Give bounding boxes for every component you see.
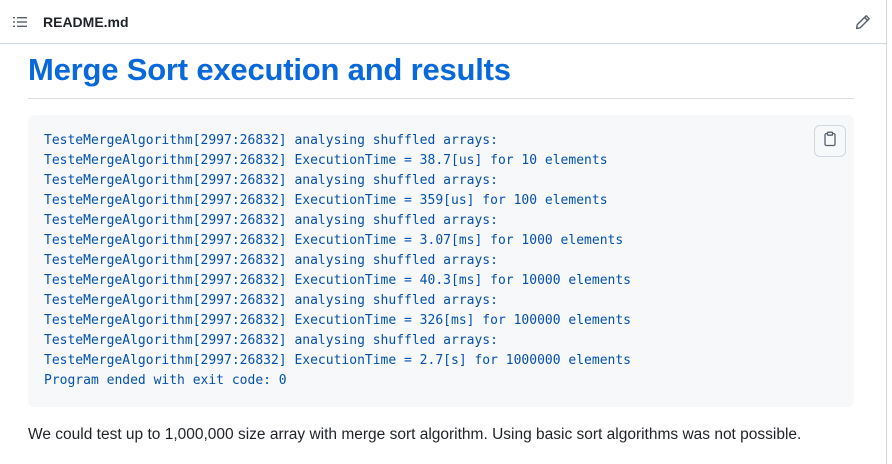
code-line: TesteMergeAlgorithm[2997:26832] Executio… [44,313,631,328]
code-line: TesteMergeAlgorithm[2997:26832] Executio… [44,193,608,208]
page-title: Merge Sort execution and results [28,50,854,99]
code-block: TesteMergeAlgorithm[2997:26832] analysin… [28,115,854,407]
description-paragraph: We could test up to 1,000,000 size array… [28,426,802,443]
code-line: TesteMergeAlgorithm[2997:26832] analysin… [44,133,498,148]
code-line: TesteMergeAlgorithm[2997:26832] Executio… [44,153,608,168]
code-line: TesteMergeAlgorithm[2997:26832] analysin… [44,173,498,188]
list-unordered-icon[interactable] [12,14,28,30]
copy-clipboard-icon [822,131,838,152]
code-line: TesteMergeAlgorithm[2997:26832] analysin… [44,213,498,228]
code-line: TesteMergeAlgorithm[2997:26832] Executio… [44,353,631,368]
code-lines: TesteMergeAlgorithm[2997:26832] analysin… [44,131,838,391]
code-line: TesteMergeAlgorithm[2997:26832] analysin… [44,293,498,308]
markdown-body: Merge Sort execution and results TesteMe… [0,50,886,447]
file-name: README.md [43,13,129,30]
file-header: README.md [0,0,886,44]
pencil-icon[interactable] [854,13,872,31]
readme-panel: README.md Merge Sort execution and resul… [0,0,887,464]
code-line: Program ended with exit code: 0 [44,373,287,388]
code-line: TesteMergeAlgorithm[2997:26832] analysin… [44,253,498,268]
copy-button[interactable] [814,125,846,157]
code-line: TesteMergeAlgorithm[2997:26832] analysin… [44,333,498,348]
code-line: TesteMergeAlgorithm[2997:26832] Executio… [44,233,624,248]
code-line: TesteMergeAlgorithm[2997:26832] Executio… [44,273,631,288]
